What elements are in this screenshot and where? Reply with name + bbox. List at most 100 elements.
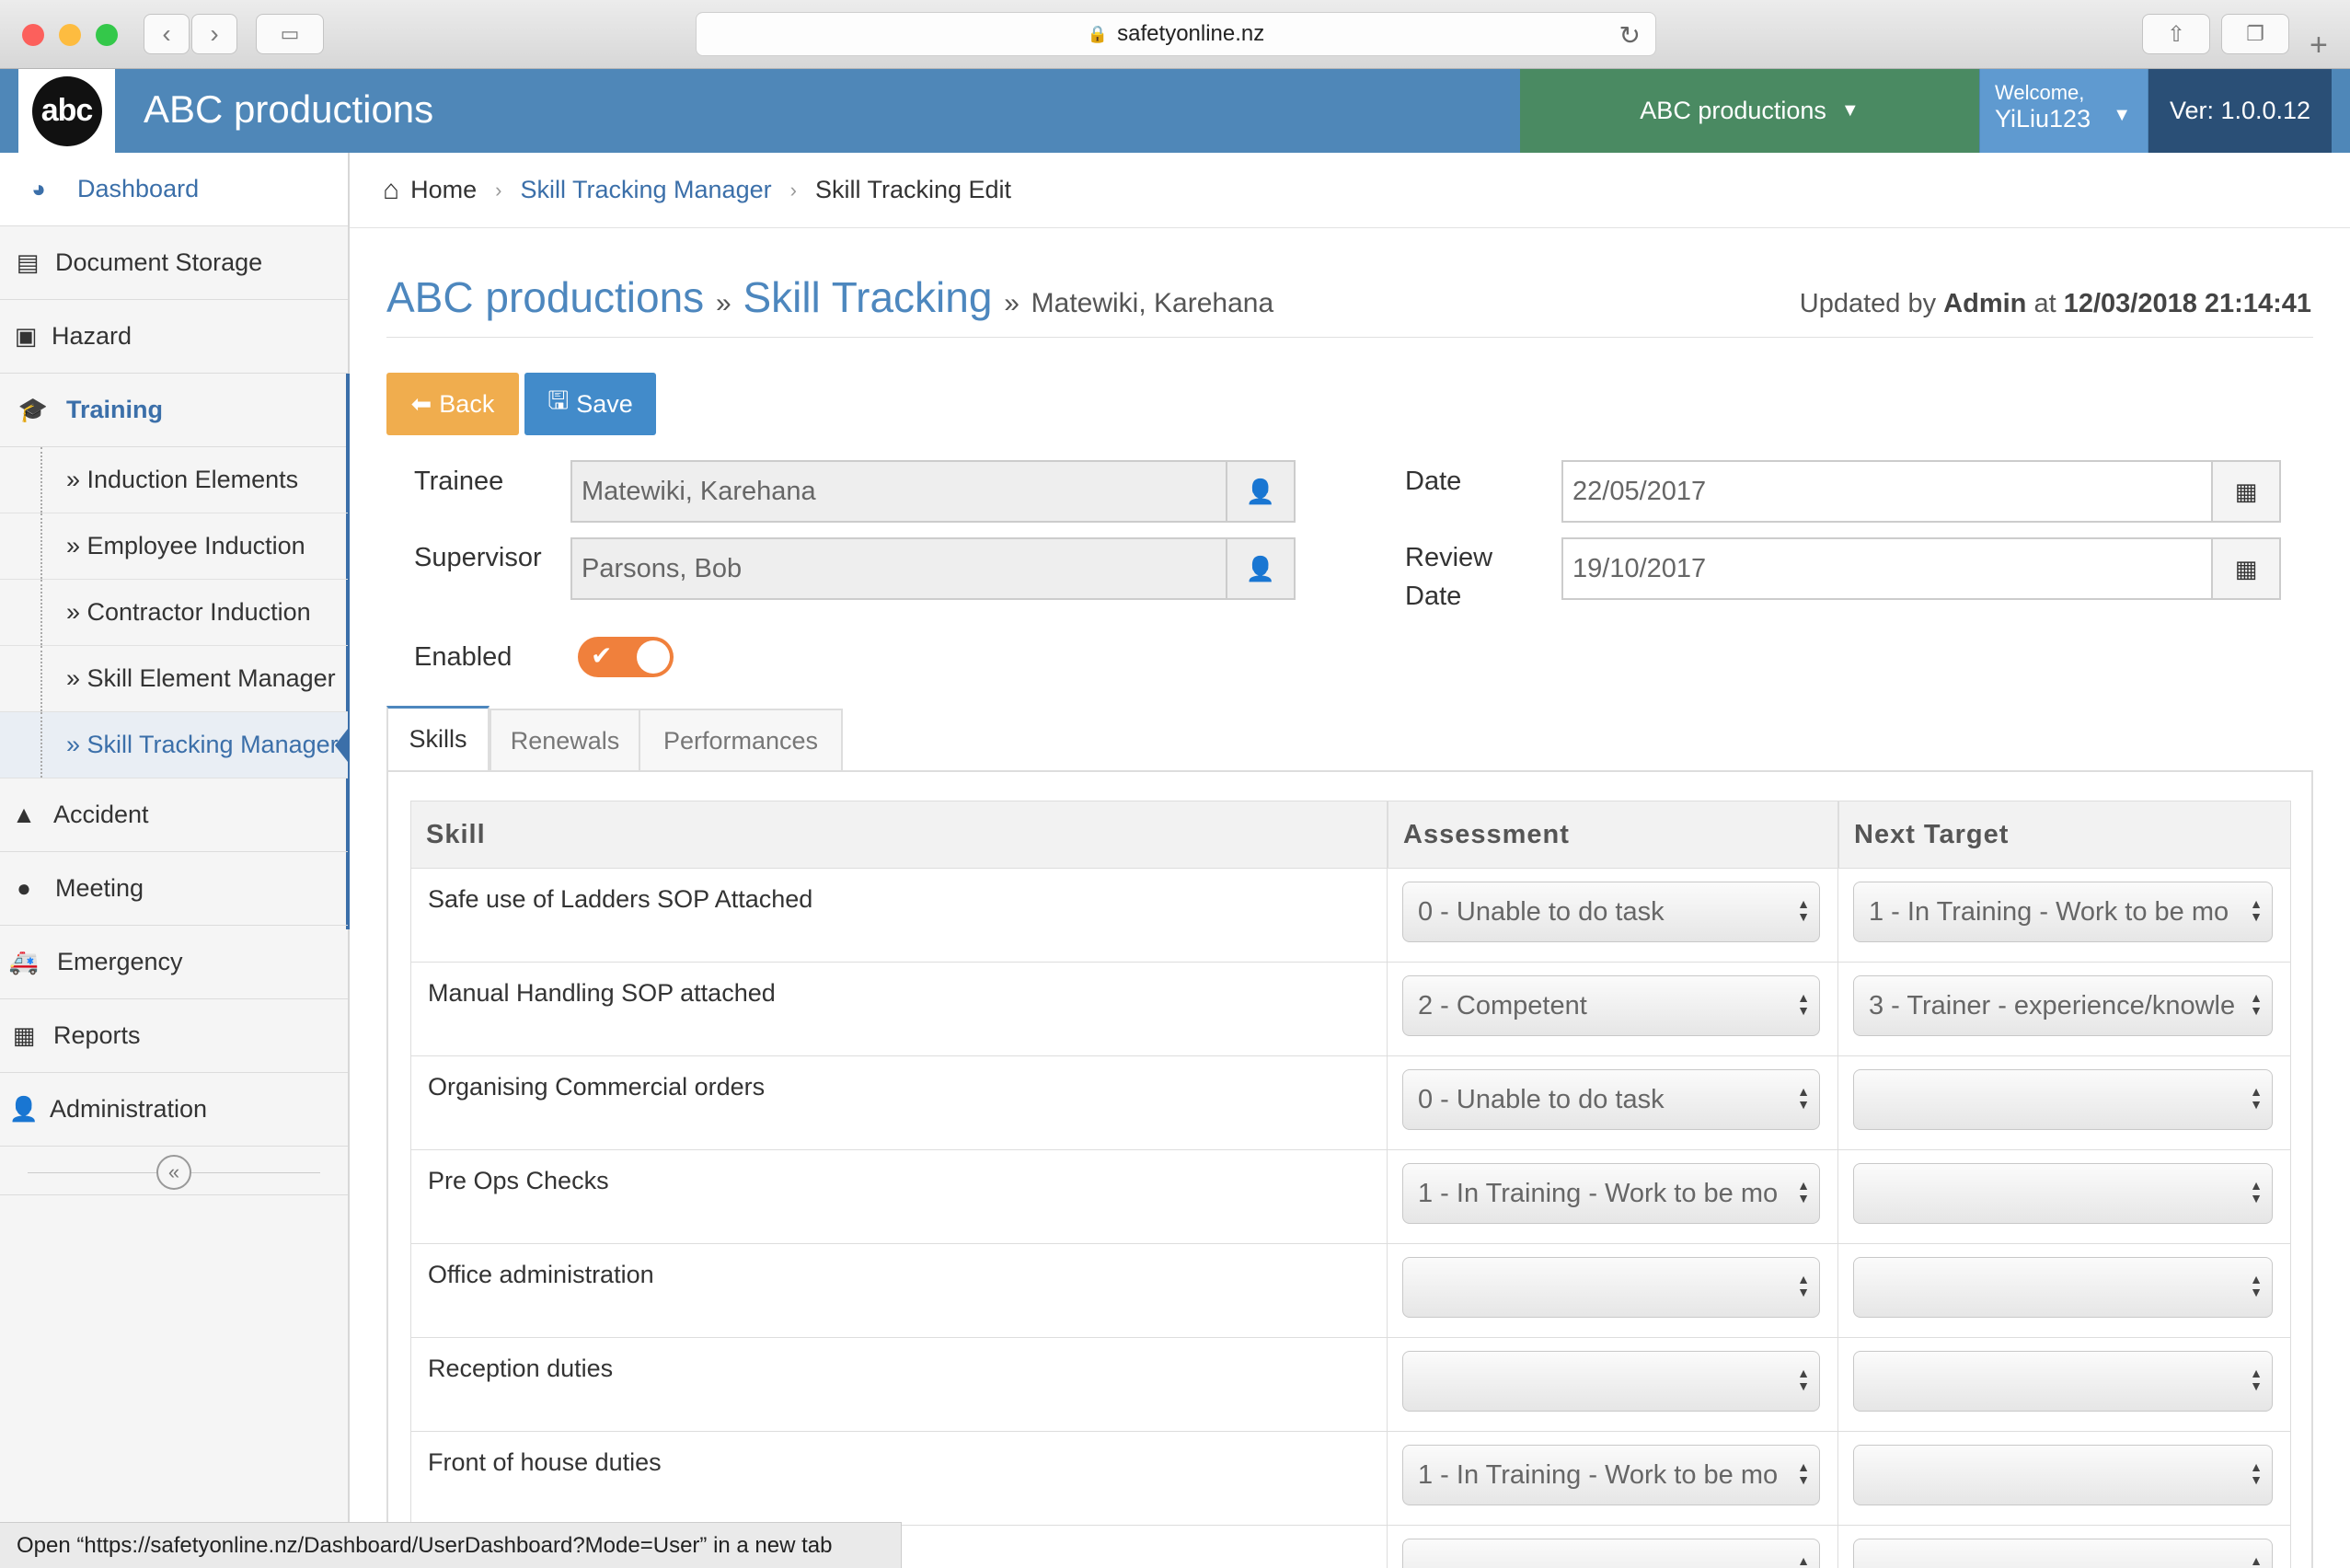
next-target-select[interactable]: ▲▼ (1853, 1069, 2273, 1130)
table-row: Office administration ▲ ▼ ▲ ▼ (410, 1244, 2291, 1338)
target-cell: ▲▼ (1838, 1056, 2291, 1150)
share-icon[interactable]: ⇧ (2142, 14, 2210, 54)
assessment-select[interactable]: 2 - Competent ▲ ▼ (1402, 975, 1820, 1036)
sidebar-sub-skill-tracking-manager[interactable]: » Skill Tracking Manager (0, 712, 348, 778)
sidebar-sub-skill-element-manager[interactable]: » Skill Element Manager (0, 646, 348, 712)
updated-timestamp: 12/03/2018 21:14:41 (2063, 289, 2311, 318)
trainee-field[interactable]: Matewiki, Karehana (570, 460, 1227, 523)
browser-toolbar: ‹ › ▭ 🔒 safetyonline.nz ↻ ⇧ ❐ + (0, 0, 2350, 69)
next-target-select[interactable]: ▲▼ (1853, 1445, 2273, 1505)
sidebar-item-label: Reports (53, 1021, 141, 1049)
sidebar-sub-induction-elements[interactable]: » Induction Elements (0, 447, 348, 513)
next-target-select[interactable]: ▲▼ (1853, 1257, 2273, 1318)
assessment-select[interactable]: ▲▼ (1402, 1351, 1820, 1412)
back-arrow-icon[interactable]: ‹ (144, 14, 190, 54)
select-arrows-icon: ▲▼ (2250, 1178, 2263, 1205)
calendar-icon[interactable]: ▦ (2211, 537, 2281, 600)
next-target-select[interactable]: ▲▼ (1853, 1351, 2273, 1412)
sidebar-toggle-icon[interactable]: ▭ (256, 14, 324, 54)
select-arrows-icon: ▲▼ (1797, 1178, 1810, 1205)
forward-arrow-icon[interactable]: › (191, 14, 237, 54)
updated-at-word: at (2033, 289, 2056, 318)
tab-performances[interactable]: Performances (639, 709, 843, 771)
status-bar: Open “https://safetyonline.nz/Dashboard/… (0, 1522, 902, 1568)
next-target-select[interactable]: 1 - In Training - Work to be mo ▲ ▼ (1853, 882, 2273, 942)
breadcrumb-current: Skill Tracking Edit (814, 176, 1012, 203)
assessment-select[interactable]: 0 - Unable to do task ▲ ▼ (1402, 882, 1820, 942)
assessment-cell: 2 - Competent ▲ ▼ (1388, 963, 1838, 1056)
sidebar-item-dashboard[interactable]: ◕ Dashboard (0, 153, 348, 226)
breadcrumb-parent[interactable]: Skill Tracking Manager (520, 176, 771, 204)
assessment-select[interactable]: 1 - In Training - Work to be mo ▲ ▼ (1402, 1163, 1820, 1224)
sidebar-sub-employee-induction[interactable]: » Employee Induction (0, 513, 348, 580)
dashboard-icon: ◕ (31, 175, 46, 202)
next-target-select[interactable]: ▲▼ (1853, 1163, 2273, 1224)
tab-skills[interactable]: Skills (386, 706, 490, 770)
column-header-next-target[interactable]: Next Target (1838, 801, 2291, 869)
divider (386, 337, 2313, 338)
calendar-icon[interactable]: ▦ (2211, 460, 2281, 523)
sidebar-item-hazard[interactable]: ▣ Hazard (0, 300, 348, 374)
home-icon[interactable]: ⌂ (383, 175, 399, 206)
page-title-company[interactable]: ABC productions (386, 273, 704, 321)
page-title-section[interactable]: Skill Tracking (743, 273, 992, 321)
sidebar-item-label: Hazard (52, 322, 132, 350)
review-date-field[interactable]: 19/10/2017 (1561, 537, 2213, 600)
sidebar-item-training[interactable]: 🎓 Training (0, 374, 348, 447)
supervisor-label: Supervisor (414, 543, 542, 572)
sidebar-item-document-storage[interactable]: ▤ Document Storage (0, 226, 348, 300)
user-menu[interactable]: Welcome, YiLiu123 ▼ (1980, 69, 2148, 153)
save-button[interactable]: 🖫 Save (524, 373, 656, 435)
updated-prefix: Updated by (1799, 289, 1937, 318)
user-picker-icon[interactable]: 👤 (1226, 460, 1296, 523)
column-header-skill[interactable]: Skill (410, 801, 1388, 869)
page-title-trainee: Matewiki, Karehana (1031, 288, 1274, 318)
enabled-toggle[interactable]: ✔ (578, 637, 674, 677)
collapse-sidebar-icon[interactable]: « (156, 1155, 191, 1190)
breadcrumb-home[interactable]: Home (410, 176, 477, 204)
assessment-select[interactable]: ▲▼ (1402, 1539, 1820, 1568)
sidebar-item-accident[interactable]: ▲ Accident (0, 778, 348, 852)
breadcrumb: ⌂ Home › Skill Tracking Manager › Skill … (350, 153, 2350, 228)
tab-renewals[interactable]: Renewals (490, 709, 640, 771)
target-cell: ▲▼ (1838, 1432, 2291, 1526)
assessment-cell: 1 - In Training - Work to be mo ▲ ▼ (1388, 1150, 1838, 1244)
logo-container[interactable]: abc (18, 69, 115, 153)
chevron-right-icon: › (789, 178, 797, 202)
sidebar-item-administration[interactable]: 👤 Administration (0, 1073, 348, 1147)
supervisor-field[interactable]: Parsons, Bob (570, 537, 1227, 600)
reload-icon[interactable]: ↻ (1619, 20, 1641, 51)
sidebar-item-reports[interactable]: ▦ Reports (0, 999, 348, 1073)
assessment-select[interactable]: ▲▼ (1402, 1257, 1820, 1318)
column-header-assessment[interactable]: Assessment (1388, 801, 1838, 869)
tabs-overview-icon[interactable]: ❐ (2221, 14, 2289, 54)
updated-by: Admin (1943, 289, 2027, 318)
skill-name-cell: Organising Commercial orders (410, 1056, 1388, 1150)
sidebar-item-label: Meeting (55, 874, 144, 902)
user-picker-icon[interactable]: 👤 (1226, 537, 1296, 600)
enabled-label: Enabled (414, 642, 513, 672)
date-field[interactable]: 22/05/2017 (1561, 460, 2213, 523)
close-window-button[interactable] (22, 24, 44, 46)
assessment-select[interactable]: 1 - In Training - Work to be mo ▲ ▼ (1402, 1445, 1820, 1505)
sidebar-item-label: Dashboard (77, 175, 200, 202)
back-button[interactable]: ⬅ Back (386, 373, 519, 435)
target-cell: ▲▼ (1838, 1338, 2291, 1432)
active-pointer-icon (335, 729, 348, 762)
minimize-window-button[interactable] (59, 24, 81, 46)
assessment-select[interactable]: 0 - Unable to do task ▲ ▼ (1402, 1069, 1820, 1130)
document-icon: ▤ (16, 248, 40, 276)
next-target-select[interactable]: 3 - Trainer - experience/knowle ▲ ▼ (1853, 975, 2273, 1036)
select-arrows-icon: ▲▼ (1797, 1366, 1810, 1393)
next-target-select[interactable]: ▲▼ (1853, 1539, 2273, 1568)
ambulance-icon: 🚑 (8, 948, 40, 975)
sidebar-item-emergency[interactable]: 🚑 Emergency (0, 926, 348, 999)
assessment-cell: ▲▼ (1388, 1338, 1838, 1432)
sidebar-item-meeting[interactable]: ● Meeting (0, 852, 348, 926)
company-selector[interactable]: ABC productions ▼ (1520, 69, 1979, 153)
new-tab-icon[interactable]: + (2310, 28, 2328, 63)
sidebar-sub-contractor-induction[interactable]: » Contractor Induction (0, 580, 348, 646)
address-bar[interactable]: 🔒 safetyonline.nz ↻ (696, 12, 1656, 56)
maximize-window-button[interactable] (96, 24, 118, 46)
skill-name-cell: Office administration (410, 1244, 1388, 1338)
